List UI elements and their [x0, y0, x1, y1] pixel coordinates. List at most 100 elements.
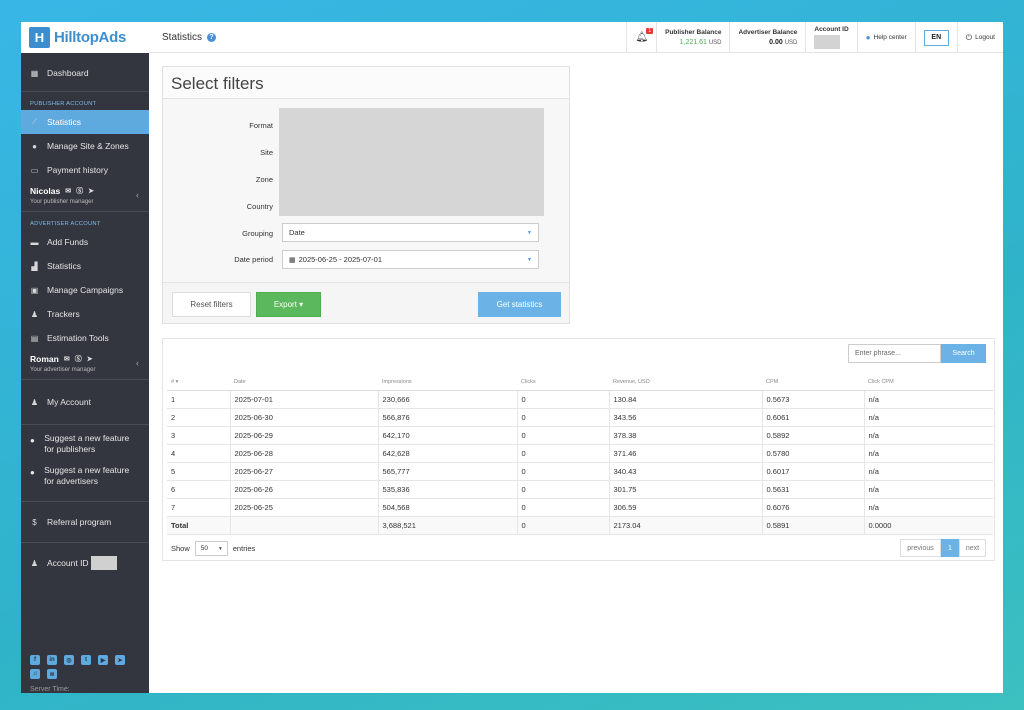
sidebar-item-referral[interactable]: $ Referral program — [21, 510, 149, 534]
column-header[interactable]: CPM — [762, 374, 864, 391]
table-cell — [230, 516, 379, 535]
column-header[interactable]: Clicks — [517, 374, 609, 391]
chart-line-icon: ⟋ — [31, 117, 38, 126]
telegram-icon[interactable]: ➤ — [115, 655, 125, 665]
zone-label: Zone — [255, 175, 273, 184]
calendar-icon: ▦ — [289, 256, 296, 264]
telegram-icon[interactable]: ➤ — [87, 355, 93, 363]
table-cell: 2 — [167, 408, 231, 427]
table-cell: 2025-06-26 — [230, 480, 379, 499]
table-cell: n/a — [864, 480, 993, 499]
help-center-link[interactable]: ● Help center — [856, 22, 915, 53]
show-label: Show — [171, 544, 190, 553]
advertiser-balance-value: 0.00 — [769, 39, 783, 46]
advertiser-manager: Roman ✉ Ⓢ ➤ Your advertiser manager ‹ — [21, 350, 149, 379]
table-cell: 3,688,521 — [378, 516, 518, 535]
filter-fields-redacted[interactable] — [279, 108, 544, 216]
table-cell: n/a — [864, 390, 993, 409]
page-1-button[interactable]: 1 — [941, 539, 959, 557]
logo[interactable]: H HilltopAds — [21, 22, 149, 53]
previous-page-button[interactable]: previous — [900, 539, 941, 557]
pagination: previous 1 next — [900, 539, 986, 557]
sidebar-item-advertiser-statistics[interactable]: ▟ Statistics — [21, 254, 149, 278]
sidebar-item-manage-sites[interactable]: ● Manage Site & Zones — [21, 134, 149, 158]
column-header[interactable]: Date — [230, 374, 378, 391]
sidebar-item-my-account[interactable]: ♟ My Account — [21, 390, 149, 414]
sidebar-item-dashboard[interactable]: ▦ Dashboard — [21, 61, 149, 85]
server-time: Server Time: — [30, 686, 70, 693]
notifications[interactable]: 🔔︎ 1 — [626, 22, 656, 53]
table-cell: 565,777 — [378, 462, 518, 481]
table-cell: 642,628 — [378, 444, 518, 463]
youtube-icon[interactable]: ▶ — [98, 655, 108, 665]
table-cell: 4 — [167, 444, 231, 463]
music-icon[interactable]: ♫ — [30, 669, 40, 679]
topbar: Statistics ? 🔔︎ 1 Publisher Balance 1,221… — [149, 22, 1003, 53]
grouping-select[interactable]: Date ▼ — [282, 223, 539, 242]
column-header[interactable]: Impressions — [378, 374, 517, 391]
sidebar-item-trackers[interactable]: ♟ Trackers — [21, 302, 149, 326]
sidebar-item-label: Statistics — [47, 261, 82, 271]
export-button[interactable]: Export ▾ — [256, 292, 321, 317]
sidebar-item-add-funds[interactable]: ▬ Add Funds — [21, 230, 149, 254]
table-cell: 306.59 — [609, 498, 763, 517]
statistics-table: # ▾ Date Impressions Clicks Revenue, USD… — [167, 374, 993, 535]
envelope-icon[interactable]: ✉ — [64, 355, 70, 363]
table-cell: 230,666 — [378, 390, 518, 409]
chevron-left-icon[interactable]: ‹ — [136, 190, 139, 200]
next-page-button[interactable]: next — [959, 539, 986, 557]
advertiser-balance-label: Advertiser Balance — [738, 29, 798, 36]
publisher-balance-value: 1,221.61 — [679, 39, 707, 46]
logout-label: Logout — [975, 34, 995, 41]
logout-link[interactable]: ⏻ Logout — [956, 22, 1003, 53]
search-input[interactable]: Enter phrase... — [848, 344, 941, 363]
skype-icon[interactable]: Ⓢ — [76, 186, 83, 196]
publisher-manager-subtitle: Your publisher manager — [30, 199, 94, 205]
sidebar-item-estimation-tools[interactable]: ▤ Estimation Tools — [21, 326, 149, 350]
table-cell: 0 — [517, 462, 610, 481]
sidebar-item-label: Manage Campaigns — [47, 285, 124, 295]
sidebar-item-publisher-statistics[interactable]: ⟋ Statistics — [21, 110, 149, 134]
twitter-icon[interactable]: t — [81, 655, 91, 665]
sidebar-item-suggest-publishers[interactable]: ● Suggest a new feature for publishers — [21, 425, 149, 463]
column-header[interactable]: Revenue, USD — [609, 374, 762, 391]
column-header[interactable]: Click CPM — [864, 374, 993, 391]
date-period-label: Date period — [234, 255, 273, 264]
table-cell: 0.6061 — [762, 408, 865, 427]
sidebar-item-label: Suggest a new feature for advertisers — [44, 465, 130, 486]
table-cell: 371.46 — [609, 444, 763, 463]
spotify-icon[interactable]: ≋ — [47, 669, 57, 679]
date-period-value: 2025-06-25 - 2025-07-01 — [298, 255, 383, 264]
envelope-icon[interactable]: ✉ — [65, 187, 71, 195]
money-icon: ▭ — [30, 165, 39, 175]
table-row: 5 2025-06-27 565,777 0 340.43 0.6017 n/a — [167, 462, 993, 481]
instagram-icon[interactable]: ◎ — [64, 655, 74, 665]
language-button[interactable]: EN — [923, 29, 949, 46]
question-circle-icon[interactable]: ? — [207, 32, 217, 42]
language-switch: EN — [914, 22, 957, 53]
reset-filters-button[interactable]: Reset filters — [172, 292, 251, 317]
table-cell: n/a — [864, 426, 993, 445]
chevron-left-icon[interactable]: ‹ — [136, 358, 139, 368]
get-statistics-button[interactable]: Get statistics — [478, 292, 561, 317]
app-window: H HilltopAds ▦ Dashboard PUBLISHER ACCOU… — [21, 22, 1003, 693]
skype-icon[interactable]: Ⓢ — [75, 354, 82, 364]
search-button[interactable]: Search — [941, 344, 986, 363]
sidebar-item-payment-history[interactable]: ▭ Payment history — [21, 158, 149, 182]
sidebar-item-suggest-advertisers[interactable]: ● Suggest a new feature for advertisers — [21, 463, 149, 495]
briefcase-icon: ▣ — [30, 285, 39, 295]
sidebar-item-manage-campaigns[interactable]: ▣ Manage Campaigns — [21, 278, 149, 302]
table-cell: 0 — [517, 516, 610, 535]
date-period-select[interactable]: ▦ 2025-06-25 - 2025-07-01 ▼ — [282, 250, 539, 269]
account-id: Account ID — [805, 22, 856, 53]
help-center-label: Help center — [873, 34, 907, 41]
column-header[interactable]: # ▾ — [167, 374, 230, 391]
facebook-icon[interactable]: f — [30, 655, 40, 665]
format-label: Format — [249, 121, 273, 130]
telegram-icon[interactable]: ➤ — [88, 187, 94, 195]
linkedin-icon[interactable]: in — [47, 655, 57, 665]
page-length-select[interactable]: 50 ▼ — [194, 541, 228, 556]
table-cell: 1 — [167, 390, 231, 409]
site-label: Site — [260, 148, 273, 157]
bar-chart-icon: ▟ — [31, 261, 38, 271]
